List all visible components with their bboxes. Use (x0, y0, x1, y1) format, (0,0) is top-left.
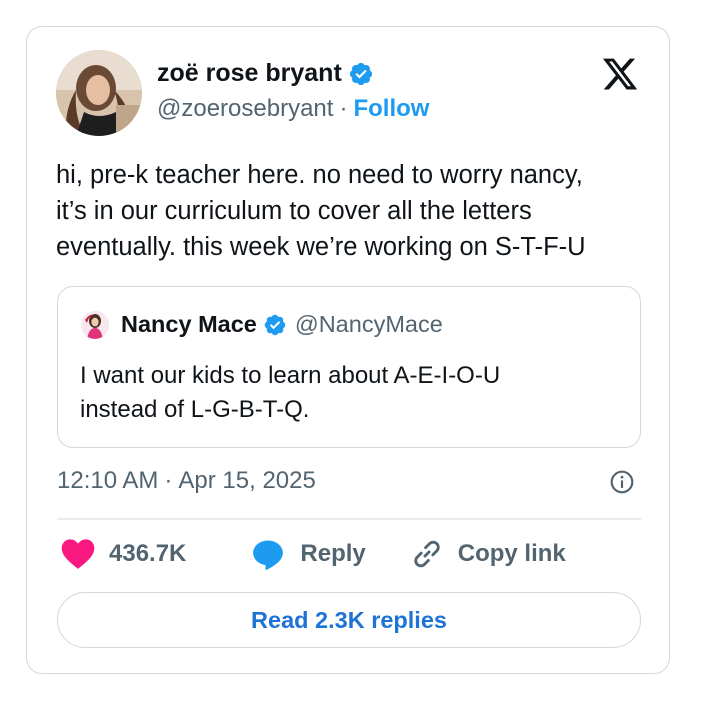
like-button[interactable]: 436.7K (61, 538, 186, 570)
reply-label: Reply (300, 540, 366, 567)
tweet-text: hi, pre-k teacher here. no need to worry… (56, 157, 646, 265)
tweet-line: eventually. this week we’re working on S… (56, 233, 586, 261)
verified-badge-icon (264, 314, 286, 335)
tweet-card: zoë rose bryant @zoerosebryant · Follow … (26, 26, 670, 674)
author-avatar[interactable] (56, 50, 142, 136)
info-icon[interactable] (609, 469, 635, 495)
follow-button[interactable]: Follow (353, 95, 429, 123)
action-bar: 436.7K Reply Copy link (61, 537, 566, 571)
quoted-profile-photo (81, 311, 109, 339)
tweet-line: hi, pre-k teacher here. no need to worry… (56, 161, 583, 189)
tweet-time: 12:10 AM (57, 467, 159, 494)
x-logo-icon[interactable] (601, 55, 639, 93)
quoted-line: I want our kids to learn about A-E-I-O-U (80, 362, 501, 389)
copy-link-label: Copy link (457, 540, 566, 567)
read-replies-button[interactable]: Read 2.3K replies (57, 592, 641, 648)
quoted-author-handle[interactable]: @NancyMace (295, 311, 443, 338)
heart-icon (61, 539, 95, 569)
quoted-text: I want our kids to learn about A-E-I-O-U… (80, 359, 620, 427)
author-handle[interactable]: @zoerosebryant (157, 95, 333, 123)
quoted-tweet[interactable]: Nancy Mace @NancyMace I want our kids to… (57, 286, 641, 448)
handle-separator: · (339, 95, 348, 122)
tweet-date: Apr 15, 2025 (178, 467, 316, 494)
quoted-header: Nancy Mace @NancyMace (121, 311, 443, 338)
reply-bubble-icon (253, 540, 284, 571)
like-count: 436.7K (109, 540, 187, 567)
tweet-timestamp[interactable]: 12:10 AM · Apr 15, 2025 (57, 467, 316, 495)
meta-separator: · (164, 467, 173, 494)
verified-badge-icon (349, 62, 372, 85)
link-icon (414, 540, 440, 568)
author-handle-row: @zoerosebryant · Follow (157, 95, 429, 123)
profile-photo (56, 50, 142, 136)
quoted-line: instead of L-G-B-T-Q. (80, 396, 310, 423)
divider (57, 518, 641, 520)
quoted-author-name[interactable]: Nancy Mace (121, 311, 257, 338)
author-name-row: zoë rose bryant (157, 59, 374, 88)
tweet-line: it’s in our curriculum to cover all the … (56, 197, 532, 225)
author-name[interactable]: zoë rose bryant (157, 59, 342, 88)
reply-button[interactable]: Reply (186, 537, 366, 571)
copy-link-button[interactable]: Copy link (366, 537, 566, 571)
quoted-author-avatar[interactable] (81, 311, 109, 339)
